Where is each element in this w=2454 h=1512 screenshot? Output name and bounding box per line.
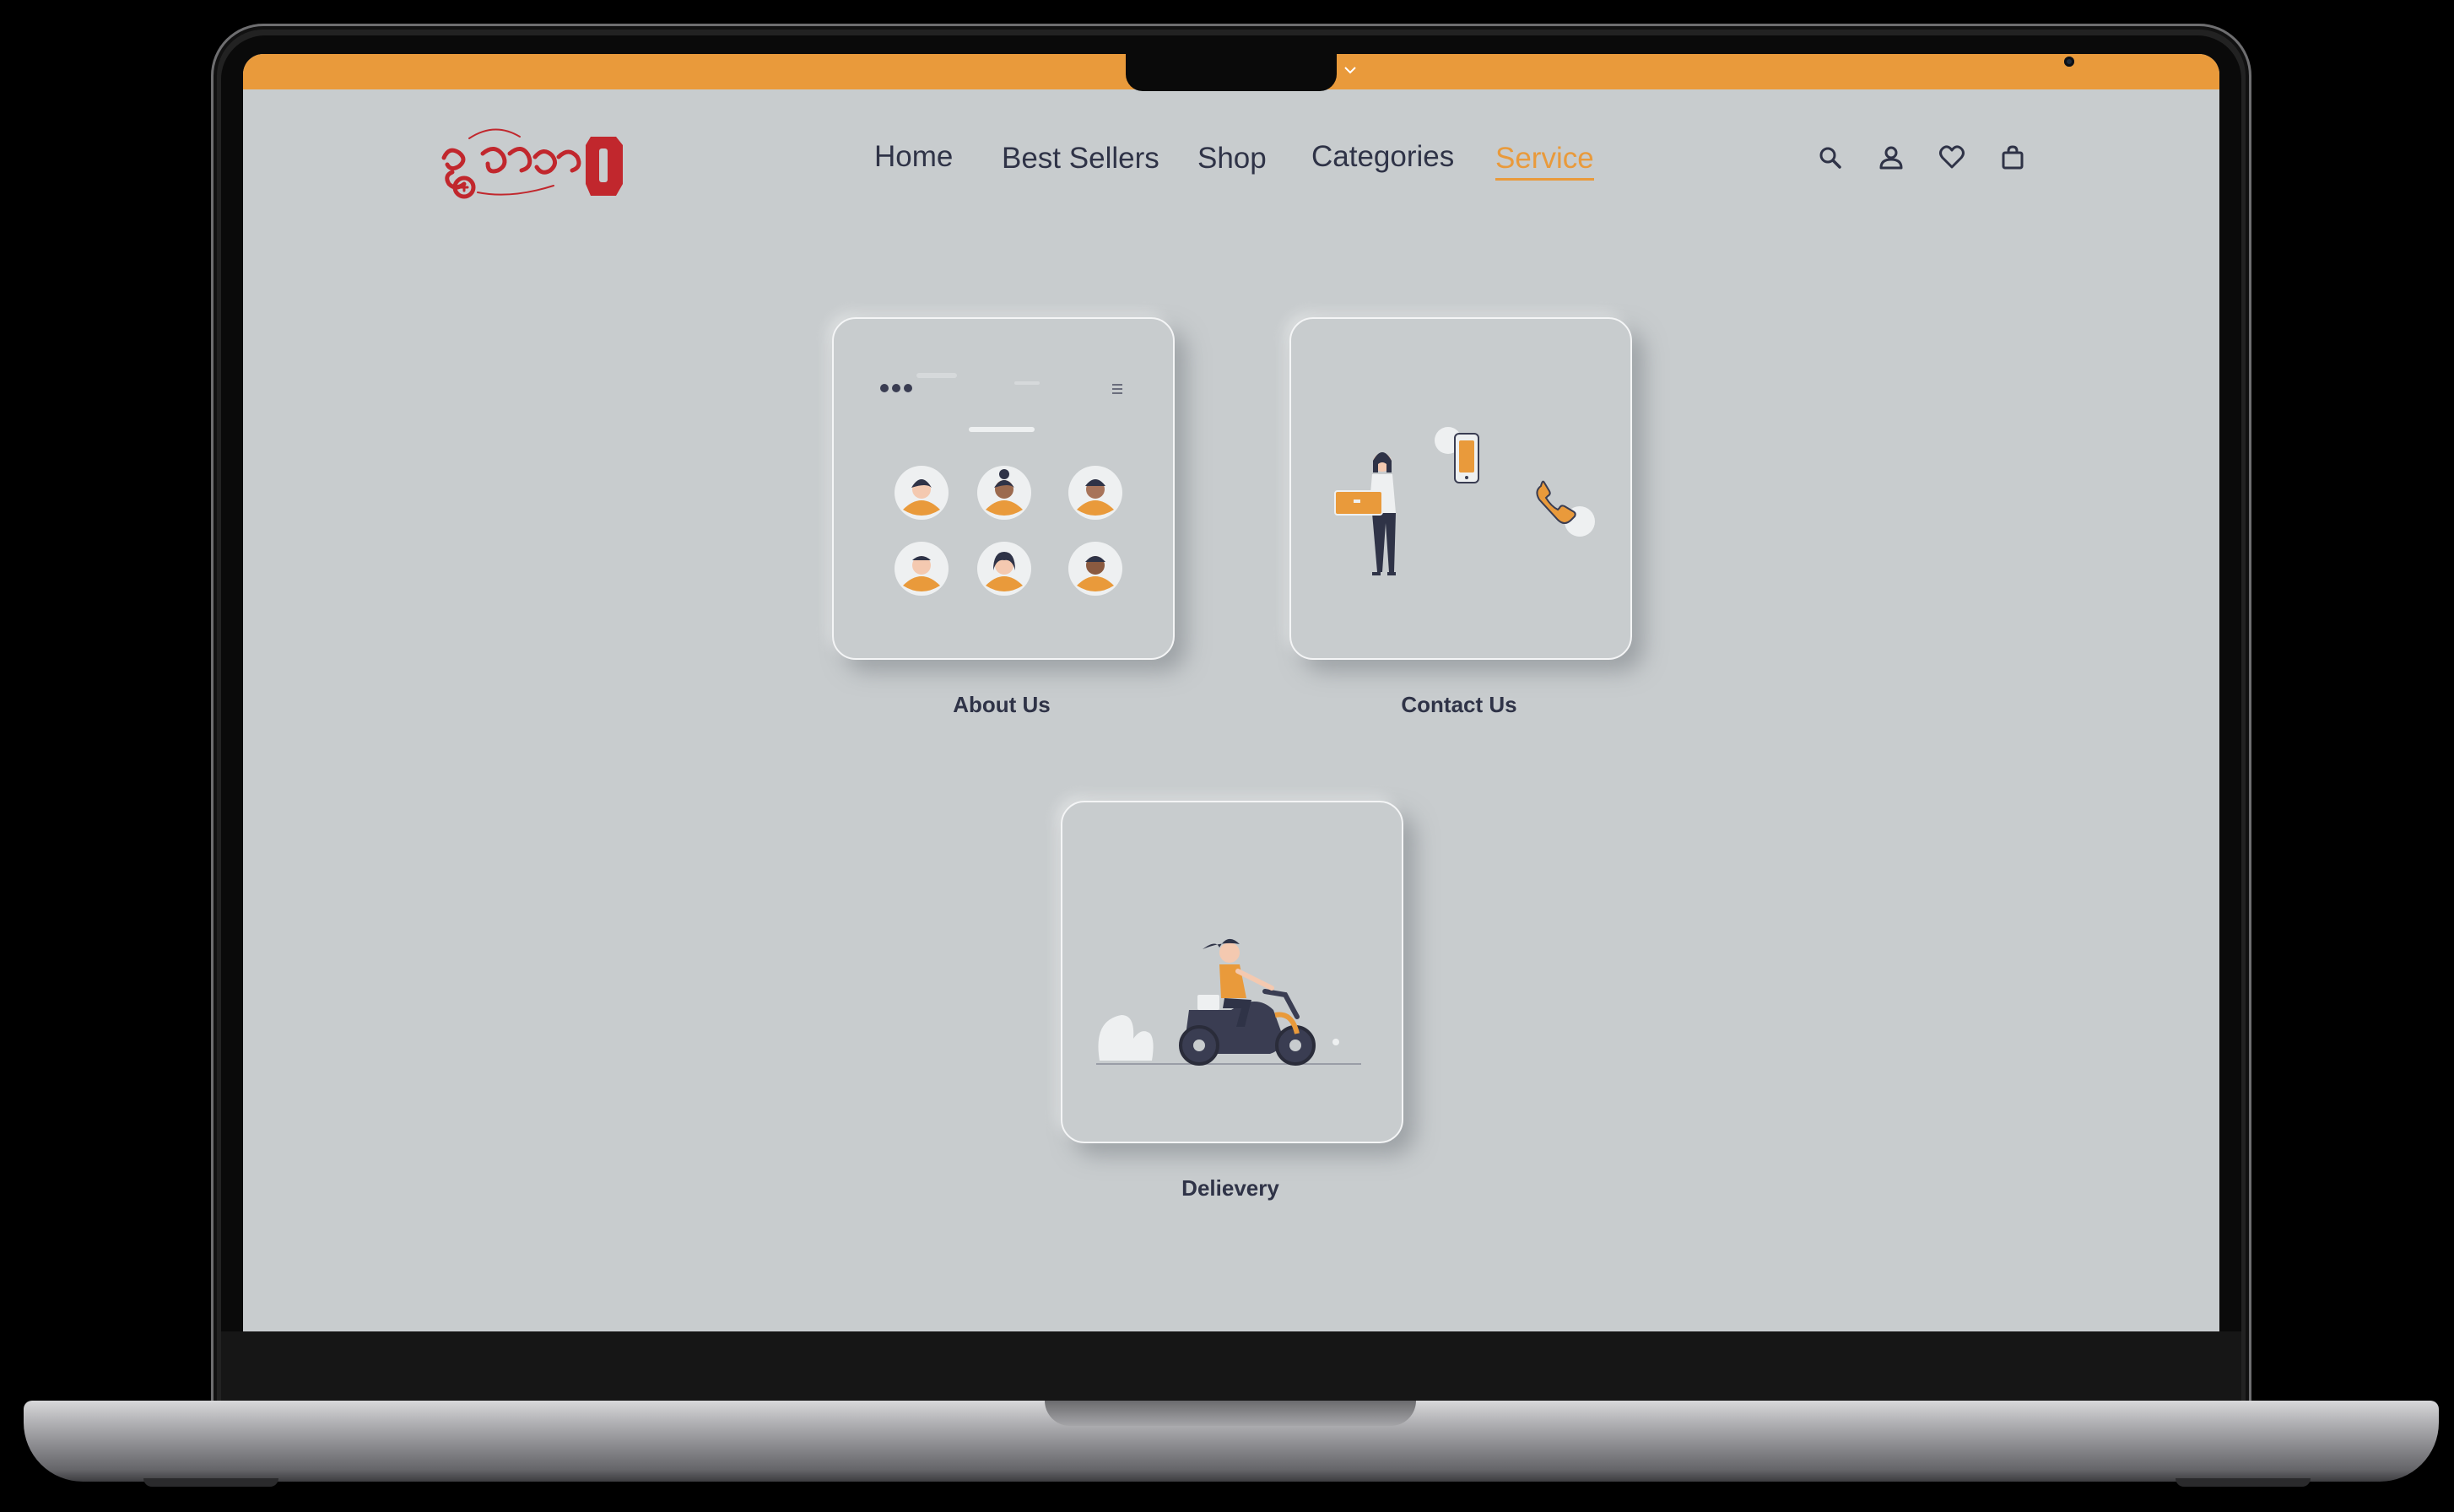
heart-icon[interactable] <box>1938 143 1966 172</box>
delivery-label[interactable]: Delievery <box>1061 1175 1400 1202</box>
search-icon[interactable] <box>1816 143 1845 172</box>
camera-icon <box>2064 57 2074 67</box>
delivery-scooter-illustration <box>1096 938 1361 1066</box>
about-us-card[interactable] <box>832 317 1175 660</box>
contact-us-label[interactable]: Contact Us <box>1289 692 1629 718</box>
laptop-opening-notch <box>1045 1401 1416 1426</box>
nav-best-sellers[interactable]: Best Sellers <box>1002 142 1159 176</box>
bag-icon[interactable] <box>1998 143 2027 172</box>
nav-shop[interactable]: Shop <box>1197 142 1267 176</box>
nav-categories[interactable]: Categories <box>1311 140 1454 174</box>
laptop-foot-left <box>143 1478 278 1487</box>
camera-notch <box>1126 54 2074 91</box>
user-icon[interactable] <box>1877 143 1905 172</box>
nav-home[interactable]: Home <box>874 140 953 174</box>
laptop-foot-right <box>2176 1478 2311 1487</box>
team-illustration <box>880 373 1122 596</box>
about-us-label[interactable]: About Us <box>832 692 1171 718</box>
brand-logo[interactable] <box>435 120 638 204</box>
screen: Home Best Sellers Shop Categories Servic… <box>243 54 2219 1331</box>
laptop-chin <box>221 1331 2241 1407</box>
contact-us-card[interactable] <box>1289 317 1632 660</box>
chevron-down-icon[interactable] <box>1342 62 1359 78</box>
contact-illustration <box>1334 427 1595 575</box>
delivery-card[interactable] <box>1061 801 1403 1143</box>
nav-service[interactable]: Service <box>1495 142 1594 181</box>
